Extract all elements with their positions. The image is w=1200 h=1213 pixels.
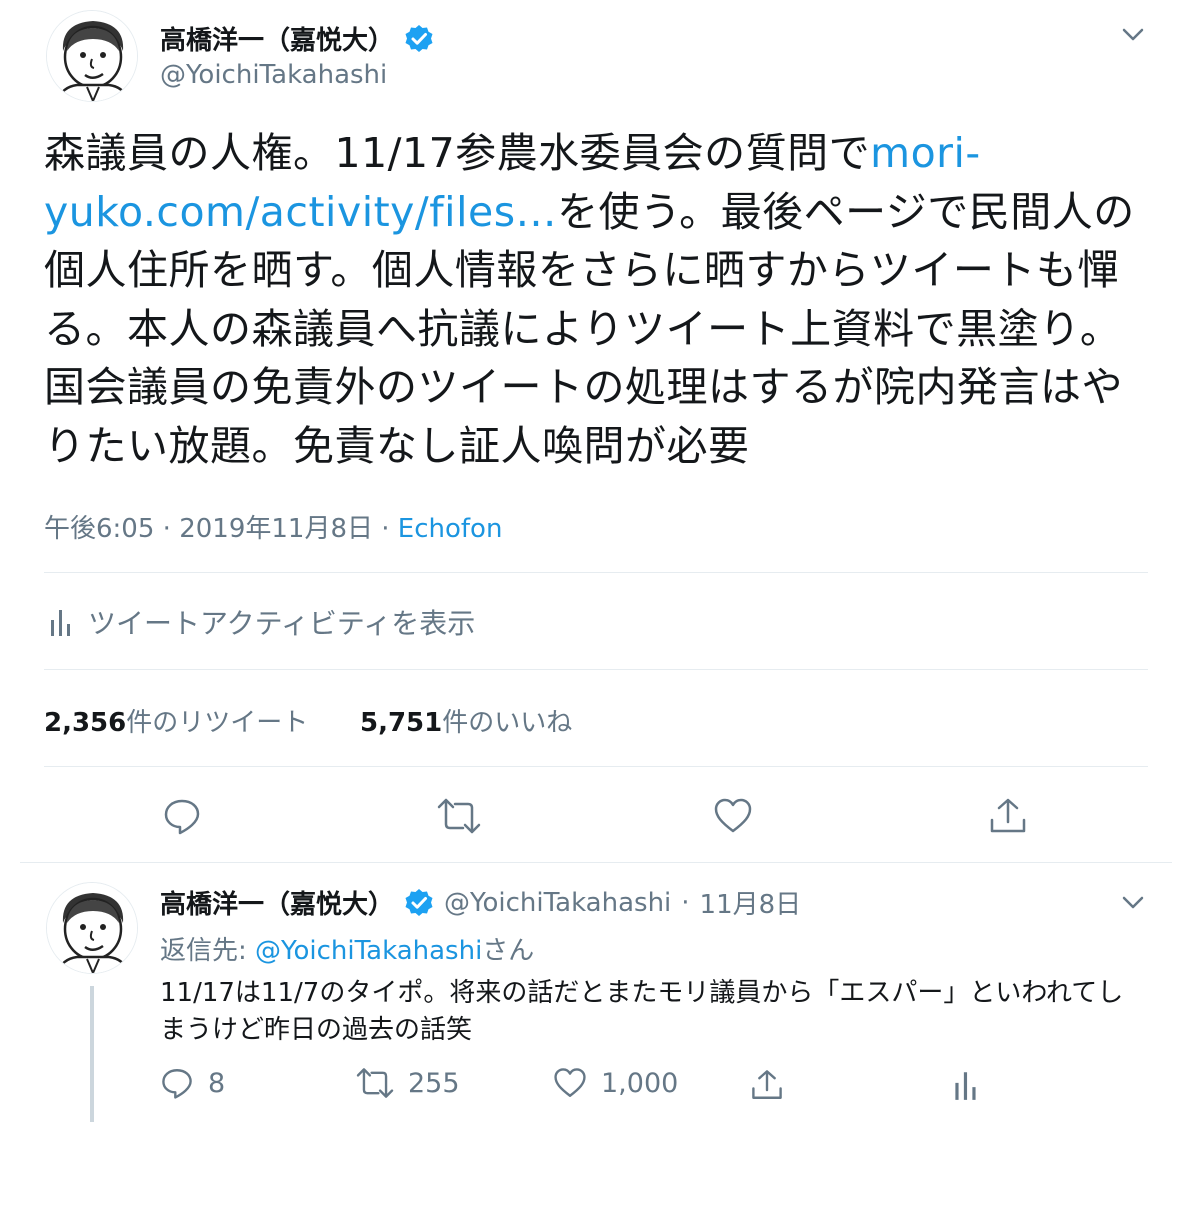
bar-chart-icon[interactable] [952, 1068, 980, 1102]
tweet-time[interactable]: 午後6:05 [44, 514, 154, 544]
author-handle[interactable]: @YoichiTakahashi [160, 60, 387, 90]
reply-to-handle[interactable]: @YoichiTakahashi [255, 936, 482, 966]
bar-chart-icon [48, 606, 74, 638]
reply-header: 高橋洋一（嘉悦大） @YoichiTakahashi · 11月8日 [160, 884, 801, 921]
separator: · [681, 887, 690, 918]
tweet-text: 森議員の人権。11/17参農水委員会の質問でmori-yuko.com/acti… [44, 124, 1154, 475]
like-action[interactable]: 1,000 [553, 1066, 678, 1100]
reply-count: 8 [208, 1067, 226, 1099]
retweet-action[interactable]: 255 [356, 1066, 460, 1100]
reply-text: 11/17は11/7のタイポ。将来の話だとまたモリ議員から「エスパー」といわれて… [160, 978, 1124, 1045]
reply-to: 返信先: @YoichiTakahashiさん [160, 930, 534, 967]
retweet-icon [356, 1066, 394, 1100]
like-icon [553, 1066, 587, 1100]
tweet-date[interactable]: 2019年11月8日 [179, 514, 373, 544]
like-label: 件のいいね [442, 708, 573, 738]
author-name[interactable]: 高橋洋一（嘉悦大） [160, 20, 394, 57]
verified-icon [404, 888, 434, 918]
tweet-date[interactable]: 11月8日 [700, 884, 802, 921]
verified-icon [404, 24, 434, 54]
author-name[interactable]: 高橋洋一（嘉悦大） [160, 884, 394, 921]
retweet-icon[interactable] [437, 796, 481, 836]
share-icon[interactable] [750, 1068, 784, 1102]
like-count: 1,000 [601, 1067, 679, 1099]
thread-line [90, 986, 94, 1122]
like-count: 5,751 [360, 708, 443, 738]
divider [20, 862, 1172, 863]
chevron-down-icon[interactable] [1119, 888, 1147, 916]
tweet-text-part: 森議員の人権。11/17参農水委員会の質問で [44, 129, 871, 177]
tweet-activity-link[interactable]: ツイートアクティビティを表示 [48, 602, 475, 642]
reply-to-prefix: 返信先: [160, 936, 256, 966]
divider [44, 766, 1148, 767]
chevron-down-icon[interactable] [1119, 20, 1147, 48]
reply-icon[interactable] [162, 796, 202, 836]
author-name-row[interactable]: 高橋洋一（嘉悦大） [160, 20, 434, 57]
like-icon[interactable] [713, 796, 753, 836]
author-handle[interactable]: @YoichiTakahashi [444, 888, 671, 918]
share-icon[interactable] [988, 796, 1028, 836]
divider [44, 572, 1148, 573]
reply-to-suffix: さん [482, 936, 535, 966]
retweet-count: 255 [408, 1067, 460, 1099]
reply-action[interactable]: 8 [160, 1066, 225, 1100]
activity-label: ツイートアクティビティを表示 [88, 607, 476, 640]
retweet-count: 2,356 [44, 708, 127, 738]
avatar[interactable] [46, 882, 138, 974]
avatar[interactable] [46, 10, 138, 102]
like-stats[interactable]: 5,751件のいいね [360, 702, 572, 739]
tweet-meta: 午後6:05 · 2019年11月8日 · Echofon [44, 514, 503, 544]
retweet-label: 件のリツイート [126, 708, 309, 738]
reply-icon [160, 1066, 194, 1100]
retweet-stats[interactable]: 2,356件のリツイート [44, 702, 308, 739]
tweet-source[interactable]: Echofon [398, 514, 503, 544]
divider [44, 669, 1148, 670]
